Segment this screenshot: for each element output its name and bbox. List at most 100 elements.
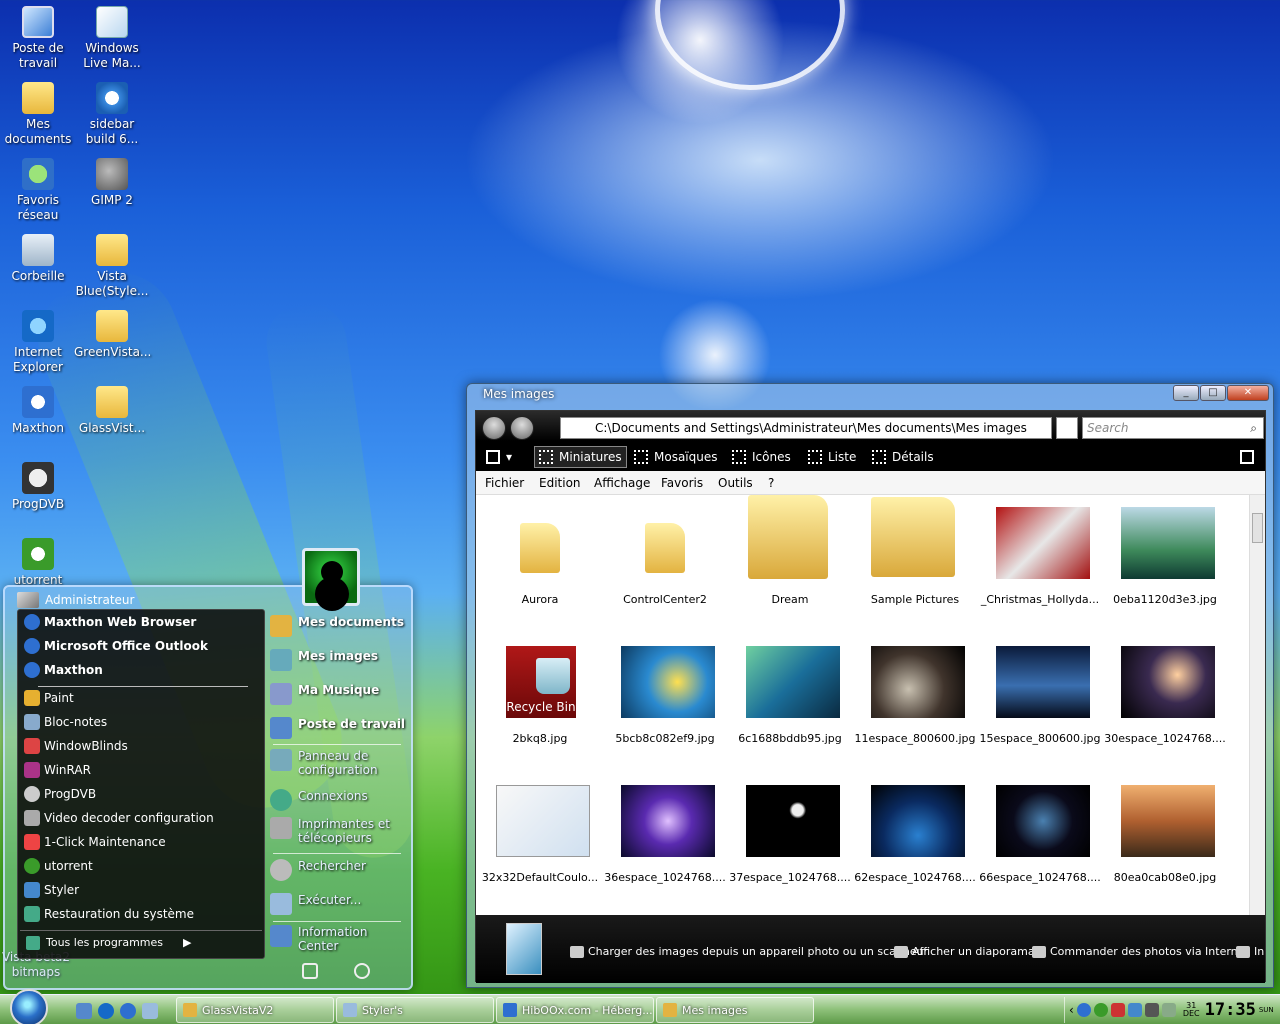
view-miniatures[interactable]: Miniatures — [534, 446, 627, 468]
file-item[interactable]: 37espace_1024768.... — [728, 773, 852, 903]
file-item[interactable]: 15espace_800600.jpg — [978, 634, 1102, 764]
desktop-icon-windows-live-mail[interactable]: Windows Live Ma... — [74, 6, 150, 71]
file-item[interactable]: 0eba1120d3e3.jpg — [1103, 495, 1227, 625]
vertical-scrollbar[interactable] — [1249, 495, 1265, 915]
utorrent-icon[interactable] — [1093, 1003, 1108, 1017]
network-icon[interactable] — [1127, 1003, 1142, 1017]
desktop-icon-utorrent[interactable]: utorrent — [0, 538, 76, 588]
view-details[interactable]: Détails — [872, 446, 934, 468]
desktop-icon-maxthon[interactable]: Maxthon — [0, 386, 76, 436]
task-print[interactable]: In — [1236, 945, 1264, 958]
refresh-button[interactable] — [1056, 417, 1078, 439]
start-right-mes-images[interactable]: Mes images — [270, 649, 410, 671]
start-item-utorrent[interactable]: utorrent — [24, 856, 260, 876]
start-right-information-center[interactable]: Information Center — [270, 925, 410, 953]
start-right-rechercher[interactable]: Rechercher — [270, 859, 410, 881]
file-item[interactable]: Aurora — [478, 495, 602, 625]
start-item-maxthon[interactable]: Maxthon — [24, 660, 260, 680]
show-desktop-icon[interactable] — [76, 1003, 92, 1019]
maxthon-icon[interactable] — [120, 1003, 136, 1019]
taskbar-item-glassvista[interactable]: GlassVistaV2 — [176, 997, 334, 1023]
desktop-icon-greenvista[interactable]: GreenVista... — [74, 310, 151, 360]
lock-icon[interactable] — [302, 963, 318, 979]
file-item[interactable]: ControlCenter2 — [603, 495, 727, 625]
file-item[interactable]: 36espace_1024768.... — [603, 773, 727, 903]
start-right-connexions[interactable]: Connexions — [270, 789, 410, 811]
file-item[interactable]: 11espace_800600.jpg — [853, 634, 977, 764]
internet-explorer-icon[interactable] — [98, 1003, 114, 1019]
all-programs-button[interactable]: Tous les programmes ▶ — [20, 930, 262, 954]
clock-time[interactable]: 17:35 — [1205, 1000, 1256, 1020]
start-right-panneau[interactable]: Panneau de configuration — [270, 749, 410, 777]
address-field[interactable]: C:\Documents and Settings\Administrateur… — [560, 417, 1052, 439]
desktop-icon-glassvista[interactable]: GlassVist... — [74, 386, 150, 436]
menu-outils[interactable]: Outils — [718, 476, 753, 490]
menu-fichier[interactable]: Fichier — [485, 476, 524, 490]
start-item-paint[interactable]: Paint — [24, 688, 260, 708]
start-item-winrar[interactable]: WinRAR — [24, 760, 260, 780]
start-item-bloc-notes[interactable]: Bloc-notes — [24, 712, 260, 732]
task-import-pictures[interactable]: Charger des images depuis un appareil ph… — [570, 945, 928, 958]
menu-help[interactable]: ? — [768, 476, 774, 490]
start-item-video-decoder[interactable]: Video decoder configuration — [24, 808, 260, 828]
taskbar-item-hiboox[interactable]: HibOOx.com - Héberg... — [496, 997, 654, 1023]
power-icon[interactable] — [354, 963, 370, 979]
menu-favoris[interactable]: Favoris — [661, 476, 703, 490]
start-item-styler[interactable]: Styler — [24, 880, 260, 900]
search-input[interactable]: Search ⌕ — [1082, 417, 1264, 439]
menu-affichage[interactable]: Affichage — [594, 476, 650, 490]
start-right-executer[interactable]: Exécuter... — [270, 893, 410, 915]
file-item[interactable]: 32x32DefaultCoulo... — [478, 773, 602, 903]
scrollbar-thumb[interactable] — [1252, 513, 1263, 543]
user-picture[interactable] — [302, 548, 360, 606]
task-order-prints[interactable]: Commander des photos via Internet — [1032, 945, 1249, 958]
minimize-button[interactable]: _ — [1173, 385, 1199, 401]
desktop-icon-favoris-reseau[interactable]: Favoris réseau — [0, 158, 76, 223]
file-item[interactable]: 5bcb8c082ef9.jpg — [603, 634, 727, 764]
forward-button[interactable] — [510, 416, 534, 440]
file-item[interactable]: 6c1688bddb95.jpg — [728, 634, 852, 764]
view-mosaiques[interactable]: Mosaïques — [634, 446, 718, 468]
desktop-icon-gimp[interactable]: GIMP 2 — [74, 158, 150, 208]
start-right-mes-documents[interactable]: Mes documents — [270, 615, 410, 637]
start-right-ma-musique[interactable]: Ma Musique — [270, 683, 410, 705]
file-item[interactable]: 66espace_1024768.... — [978, 773, 1102, 903]
close-button[interactable]: ✕ — [1227, 385, 1269, 401]
file-item[interactable]: 62espace_1024768.... — [853, 773, 977, 903]
start-item-windowblinds[interactable]: WindowBlinds — [24, 736, 260, 756]
file-item[interactable]: _Christmas_Hollyda... — [978, 495, 1102, 625]
app-icon[interactable] — [1161, 1003, 1176, 1017]
task-slideshow[interactable]: Afficher un diaporama — [894, 945, 1035, 958]
maximize-button[interactable]: □ — [1200, 385, 1226, 401]
switch-windows-icon[interactable] — [142, 1003, 158, 1019]
start-item-progdvb[interactable]: ProgDVB — [24, 784, 260, 804]
start-right-imprimantes[interactable]: Imprimantes et télécopieurs — [270, 817, 410, 845]
desktop-icon-vista-blue[interactable]: Vista Blue(Style... — [74, 234, 150, 299]
back-button[interactable] — [482, 416, 506, 440]
file-item[interactable]: 30espace_1024768.... — [1103, 634, 1227, 764]
desktop-icon-progdvb[interactable]: ProgDVB — [0, 462, 76, 512]
chevron-left-icon[interactable]: ‹ — [1069, 1003, 1074, 1017]
start-item-maxthon-web-browser[interactable]: Maxthon Web Browser — [24, 612, 260, 632]
volume-icon[interactable] — [1144, 1003, 1159, 1017]
desktop-icon-corbeille[interactable]: Corbeille — [0, 234, 76, 284]
file-item[interactable]: Recycle Bin 2bkq8.jpg — [478, 634, 602, 764]
preview-pane-button[interactable] — [1240, 446, 1254, 468]
menu-edition[interactable]: Edition — [539, 476, 581, 490]
start-button[interactable] — [10, 989, 48, 1024]
view-icones[interactable]: Icônes — [732, 446, 791, 468]
desktop-icon-internet-explorer[interactable]: Internet Explorer — [0, 310, 76, 375]
desktop-icon-sidebar[interactable]: sidebar build 6... — [74, 82, 150, 147]
view-liste[interactable]: Liste — [808, 446, 856, 468]
layout-button[interactable]: ▾ — [486, 446, 512, 468]
file-item[interactable]: 80ea0cab08e0.jpg — [1103, 773, 1227, 903]
file-item[interactable]: Sample Pictures — [853, 495, 977, 625]
start-item-restauration[interactable]: Restauration du système — [24, 904, 260, 924]
taskbar-item-styler[interactable]: Styler's — [336, 997, 494, 1023]
taskbar-item-mes-images[interactable]: Mes images — [656, 997, 814, 1023]
security-icon[interactable] — [1110, 1003, 1125, 1017]
start-right-poste-de-travail[interactable]: Poste de travail — [270, 717, 410, 739]
start-item-outlook[interactable]: Microsoft Office Outlook — [24, 636, 260, 656]
file-item[interactable]: Dream — [728, 495, 852, 625]
start-item-1-click-maintenance[interactable]: 1-Click Maintenance — [24, 832, 260, 852]
